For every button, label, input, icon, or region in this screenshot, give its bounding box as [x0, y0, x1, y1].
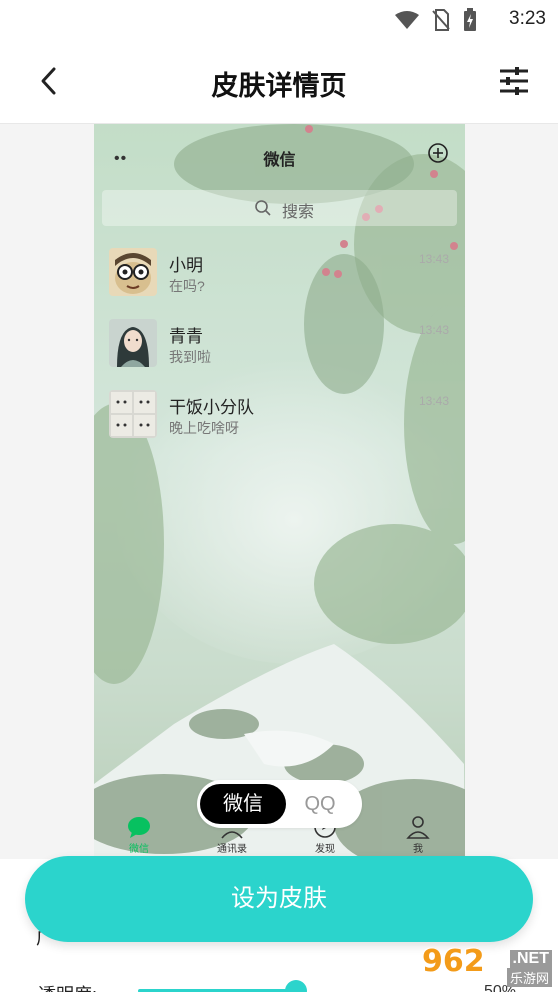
- page-title: 皮肤详情页: [211, 71, 347, 102]
- watermark-domain: .NET: [509, 950, 552, 968]
- chat-name: 干饭小分队: [169, 398, 254, 417]
- platform-toggle: 微信 QQ: [197, 780, 362, 828]
- chat-message: 晚上吃啥呀: [169, 420, 239, 436]
- chat-item: 干饭小分队 晚上吃啥呀 13:43: [94, 390, 465, 460]
- chat-name: 小明: [169, 256, 203, 275]
- chat-time: 13:43: [418, 323, 449, 337]
- chat-message: 我到啦: [169, 349, 211, 365]
- no-sim-icon: [432, 9, 450, 31]
- plus-circle-icon: [428, 143, 448, 163]
- watermark: 962 .NET 乐游网: [422, 944, 552, 988]
- opacity-slider-thumb[interactable]: [285, 980, 307, 992]
- tab-label: 微信: [129, 844, 149, 855]
- tab-label: 通讯录: [217, 844, 247, 855]
- chat-bubble-icon: [128, 817, 150, 838]
- battery-charging-icon: [464, 8, 476, 31]
- chat-item: 青青 我到啦 13:43: [94, 319, 465, 389]
- girl-avatar: [109, 319, 157, 367]
- watermark-site: 乐游网: [506, 968, 552, 987]
- option-wechat[interactable]: 微信: [200, 784, 286, 824]
- person-icon: [406, 816, 430, 839]
- status-icons: [394, 8, 478, 32]
- group-avatar: [109, 390, 157, 438]
- status-bar: 3:23: [0, 0, 558, 38]
- glasses-face-avatar: [109, 248, 157, 296]
- chat-name: 青青: [169, 327, 203, 346]
- wifi-icon: [395, 11, 419, 29]
- tab-label: 我: [413, 844, 423, 855]
- app-bar: 皮肤详情页: [0, 38, 558, 124]
- tab-label: 发现: [315, 844, 335, 855]
- opacity-label: 透明度:: [38, 981, 97, 992]
- option-qq[interactable]: QQ: [277, 784, 363, 824]
- tab-me: 我: [383, 814, 453, 855]
- chat-time: 13:43: [418, 394, 449, 408]
- chat-item: 小明 在吗? 13:43: [94, 248, 465, 318]
- skin-preview: •• 微信 搜索 小明 在吗? 13:43 青青 我到啦 13:43 干饭小分队…: [94, 124, 465, 859]
- wechat-header: •• 微信: [94, 142, 465, 172]
- search-placeholder: 搜索: [282, 204, 315, 221]
- set-skin-button[interactable]: 设为皮肤: [25, 856, 533, 942]
- tab-chats: 微信: [104, 814, 174, 855]
- chat-time: 13:43: [418, 252, 449, 266]
- chat-message: 在吗?: [169, 278, 205, 294]
- search-icon: [255, 200, 271, 216]
- wechat-title: 微信: [263, 152, 296, 169]
- preview-overlay: [94, 124, 465, 859]
- sliders-icon[interactable]: [498, 64, 530, 98]
- watermark-brand: 962: [422, 944, 485, 979]
- wechat-search-bar: 搜索: [102, 190, 457, 226]
- status-time: 3:23: [509, 8, 546, 29]
